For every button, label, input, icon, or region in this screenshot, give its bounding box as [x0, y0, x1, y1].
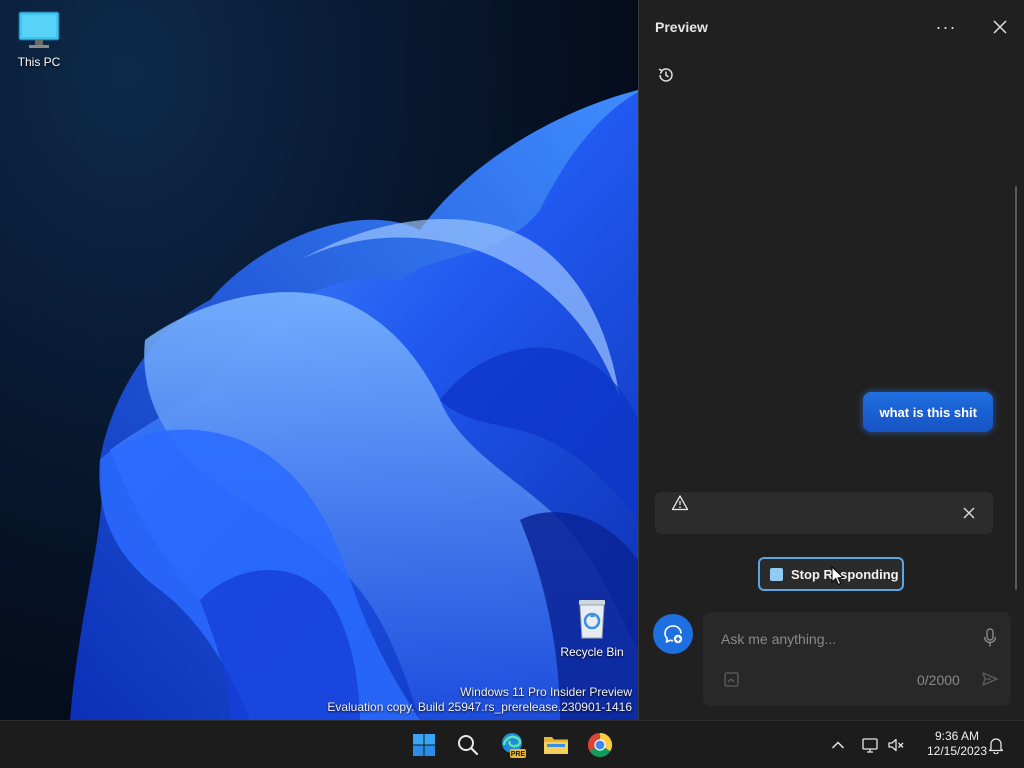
bell-icon [988, 738, 1004, 754]
edge-preview-icon: PRE [502, 733, 526, 758]
dismiss-alert-button[interactable] [959, 503, 979, 523]
mouse-cursor-icon [831, 566, 845, 586]
taskbar: PRE 9:36 AM 12/15/2023 [0, 720, 1024, 768]
file-explorer-button[interactable] [540, 729, 572, 761]
chrome-icon [587, 733, 613, 757]
new-topic-button[interactable] [653, 614, 693, 654]
more-horizontal-icon: ··· [935, 16, 957, 37]
compose-box: 0/2000 [703, 612, 1011, 706]
trash-icon [579, 600, 605, 639]
new-topic-icon [664, 625, 683, 644]
start-button[interactable] [408, 729, 440, 761]
character-counter: 0/2000 [917, 672, 960, 688]
warning-icon [671, 495, 689, 511]
chrome-button[interactable] [584, 729, 616, 761]
start-icon [413, 734, 435, 756]
evaluation-watermark: Windows 11 Pro Insider Preview Evaluatio… [327, 685, 632, 715]
chat-scrollbar[interactable] [1015, 186, 1017, 590]
stop-square-icon [770, 567, 783, 581]
panel-title: Preview [655, 19, 708, 35]
wallpaper-bloom [70, 90, 638, 720]
close-panel-button[interactable] [985, 14, 1015, 40]
desktop: This PC Recycle Bin Windows 11 Pro Insid… [0, 0, 638, 720]
send-icon [982, 672, 998, 686]
notification-button[interactable] [980, 729, 1012, 761]
more-options-button[interactable]: ··· [931, 14, 961, 40]
add-image-icon [724, 672, 739, 687]
file-explorer-icon [544, 737, 568, 754]
ask-input[interactable] [719, 626, 963, 652]
watermark-line-2: Evaluation copy. Build 25947.rs_prerelea… [327, 700, 632, 714]
svg-text:PRE: PRE [511, 751, 526, 758]
microphone-icon [983, 628, 997, 647]
user-message-text: what is this shit [879, 404, 977, 420]
microphone-button[interactable] [979, 626, 1001, 650]
history-icon [658, 68, 673, 82]
user-message-bubble: what is this shit [863, 392, 993, 432]
close-icon [963, 507, 975, 519]
add-image-button[interactable] [721, 668, 743, 690]
recycle-bin-icon[interactable]: Recycle Bin [554, 596, 630, 659]
chevron-up-icon [831, 741, 845, 749]
monitor-icon [18, 11, 60, 48]
send-button[interactable] [979, 668, 1001, 690]
this-pc-icon[interactable]: This PC [1, 10, 77, 69]
history-button[interactable] [653, 62, 679, 88]
volume-muted-icon [888, 738, 904, 752]
search-button[interactable] [452, 729, 484, 761]
watermark-line-1: Windows 11 Pro Insider Preview [460, 685, 632, 699]
volume-button[interactable] [880, 729, 912, 761]
close-icon [993, 20, 1007, 34]
copilot-panel: Preview ··· what is this shit Stop Respo… [638, 0, 1024, 720]
this-pc-label: This PC [17, 55, 61, 69]
network-icon [862, 738, 878, 753]
alert-banner [655, 492, 993, 534]
search-icon [458, 735, 479, 756]
edge-preview-button[interactable]: PRE [497, 729, 529, 761]
recycle-bin-label: Recycle Bin [560, 645, 624, 659]
show-hidden-icons-button[interactable] [822, 729, 854, 761]
